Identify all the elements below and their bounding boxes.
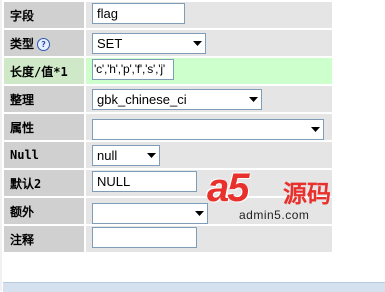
attributes-label: 属性: [4, 114, 84, 140]
extra-select[interactable]: [92, 202, 208, 224]
type-select-value: SET: [97, 35, 123, 51]
collation-label: 整理: [4, 86, 84, 112]
null-select[interactable]: null: [92, 144, 160, 166]
field-name-cell: flag: [86, 2, 332, 28]
chevron-down-icon: [189, 34, 205, 53]
null-select-value: null: [97, 147, 118, 163]
null-cell: null: [86, 142, 332, 168]
null-label: Null: [4, 142, 84, 168]
comment-input[interactable]: [92, 226, 197, 248]
field-name-label: 字段: [4, 2, 84, 28]
field-name-input[interactable]: flag: [92, 2, 185, 24]
chevron-down-icon: [307, 120, 323, 139]
row-collation: 整理 gbk_chinese_ci: [4, 86, 332, 112]
type-label-cell: 类型?: [4, 30, 84, 56]
attributes-cell: [86, 114, 332, 140]
watermark-logo: a5 源码 admin5.com: [205, 166, 370, 228]
row-null: Null null: [4, 142, 332, 168]
comment-label: 注释: [4, 226, 84, 252]
row-type: 类型? SET: [4, 30, 332, 56]
comment-cell: [86, 226, 332, 252]
type-label: 类型: [10, 36, 35, 51]
length-label: 长度/值*1: [4, 58, 84, 84]
default-input[interactable]: NULL: [92, 170, 197, 192]
collation-select[interactable]: gbk_chinese_ci: [92, 88, 262, 110]
collation-cell: gbk_chinese_ci: [86, 86, 332, 112]
type-select[interactable]: SET: [92, 32, 206, 54]
type-cell: SET: [86, 30, 332, 56]
length-input[interactable]: 'c','h','p','f','s','j': [92, 58, 174, 80]
row-comment: 注释: [4, 226, 332, 252]
watermark-brand-cn: 源码: [283, 180, 331, 208]
row-field-name: 字段 flag: [4, 2, 332, 28]
chevron-down-icon: [143, 146, 159, 165]
help-icon[interactable]: ?: [37, 37, 51, 51]
chevron-down-icon: [245, 90, 261, 109]
row-attributes: 属性: [4, 114, 332, 140]
watermark-url: admin5.com: [239, 208, 310, 222]
attributes-select[interactable]: [92, 118, 324, 140]
default-label: 默认2: [4, 170, 84, 196]
length-cell: 'c','h','p','f','s','j': [86, 58, 332, 84]
collation-select-value: gbk_chinese_ci: [97, 91, 187, 107]
extra-label: 额外: [4, 198, 84, 224]
watermark-brand: a5: [207, 166, 249, 210]
row-length: 长度/值*1 'c','h','p','f','s','j': [4, 58, 332, 84]
